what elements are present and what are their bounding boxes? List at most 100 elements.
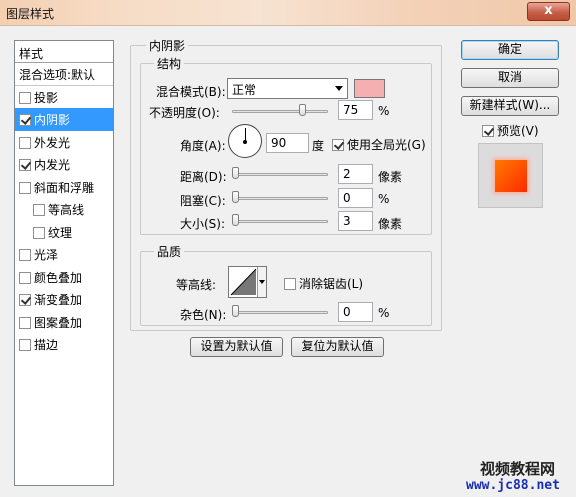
chevron-down-icon[interactable] [257, 267, 266, 297]
antialias-checkbox[interactable] [284, 278, 296, 290]
angle-unit: 度 [312, 139, 325, 153]
blend-mode-select[interactable]: 正常 [227, 78, 348, 99]
distance-slider-thumb[interactable] [232, 167, 239, 179]
antialias-label: 消除锯齿(L) [299, 277, 364, 291]
global-light-label: 使用全局光(G) [347, 138, 426, 152]
style-item-checkbox[interactable] [19, 159, 31, 171]
style-item-checkbox[interactable] [19, 249, 31, 261]
new-style-button[interactable]: 新建样式(W)... [461, 96, 559, 116]
style-item[interactable]: 描边 [15, 333, 113, 356]
distance-slider[interactable] [232, 173, 328, 176]
contour-curve-icon [230, 268, 257, 296]
style-item[interactable]: 光泽 [15, 243, 113, 266]
size-slider-thumb[interactable] [232, 214, 239, 226]
style-item-checkbox[interactable] [33, 204, 45, 216]
choke-slider[interactable] [232, 197, 328, 200]
style-item[interactable]: 斜面和浮雕 [15, 176, 113, 199]
style-item-checkbox[interactable] [19, 294, 31, 306]
size-input[interactable]: 3 [338, 211, 373, 231]
style-item[interactable]: 投影 [15, 86, 113, 109]
style-item-label: 颜色叠加 [34, 270, 83, 285]
size-label: 大小(S): [180, 217, 226, 231]
style-item[interactable]: 纹理 [15, 221, 113, 244]
opacity-unit: % [378, 104, 390, 118]
style-item-label: 内阴影 [34, 113, 71, 127]
choke-slider-thumb[interactable] [232, 191, 239, 203]
style-list-header[interactable]: 样式 [15, 41, 113, 63]
quality-title: 品质 [154, 243, 185, 260]
preview-label: 预览(V) [497, 124, 539, 138]
size-unit: 像素 [378, 217, 403, 231]
title-bar: 图层样式 x [0, 0, 576, 26]
style-item-label: 斜面和浮雕 [34, 180, 95, 195]
angle-center [243, 140, 247, 144]
style-item-label: 纹理 [48, 225, 73, 240]
noise-slider-thumb[interactable] [232, 305, 239, 317]
noise-input[interactable]: 0 [338, 302, 373, 322]
cancel-button[interactable]: 取消 [461, 68, 559, 88]
set-default-button[interactable]: 设置为默认值 [190, 337, 283, 357]
choke-label: 阻塞(C): [180, 194, 226, 208]
opacity-label: 不透明度(O): [149, 106, 220, 120]
close-button[interactable]: x [527, 2, 570, 21]
style-item-label: 外发光 [34, 135, 71, 150]
style-item-checkbox[interactable] [19, 114, 31, 126]
global-light-checkbox[interactable] [332, 139, 344, 151]
watermark-title: 视频教程网 [480, 460, 556, 478]
distance-label: 距离(D): [180, 170, 227, 184]
style-item-label: 等高线 [48, 203, 85, 217]
style-item-label: 内发光 [34, 158, 71, 172]
style-item-checkbox[interactable] [19, 271, 31, 284]
style-item-checkbox[interactable] [19, 91, 31, 104]
style-preview [478, 143, 543, 208]
style-item[interactable]: 图案叠加 [15, 311, 113, 334]
blend-options-item[interactable]: 混合选项:默认 [15, 63, 113, 86]
window-title: 图层样式 [6, 7, 55, 21]
angle-input[interactable]: 90 [266, 133, 309, 153]
choke-unit: % [378, 192, 390, 206]
preview-option[interactable]: 预览(V) [482, 122, 539, 139]
ok-button[interactable]: 确定 [461, 40, 559, 60]
style-item-checkbox[interactable] [19, 181, 31, 194]
contour-label: 等高线: [176, 278, 217, 292]
style-item[interactable]: 颜色叠加 [15, 266, 113, 289]
choke-input[interactable]: 0 [338, 188, 373, 208]
noise-unit: % [378, 306, 390, 320]
blend-mode-value: 正常 [232, 83, 257, 97]
style-item-label: 渐变叠加 [34, 293, 83, 307]
style-item-label: 投影 [34, 90, 59, 105]
style-list: 样式 混合选项:默认 投影内阴影外发光内发光斜面和浮雕等高线纹理光泽颜色叠加渐变… [14, 40, 114, 486]
angle-label: 角度(A): [180, 139, 226, 153]
noise-slider[interactable] [232, 311, 328, 314]
chevron-down-icon [335, 86, 343, 91]
style-item-checkbox[interactable] [19, 339, 31, 351]
distance-input[interactable]: 2 [338, 164, 373, 184]
distance-unit: 像素 [378, 170, 403, 184]
style-item-checkbox[interactable] [33, 226, 45, 239]
shadow-color-swatch[interactable] [354, 79, 385, 98]
structure-title: 结构 [154, 55, 185, 72]
style-item-label: 描边 [34, 338, 59, 352]
global-light-option[interactable]: 使用全局光(G) [332, 136, 426, 153]
style-item[interactable]: 内阴影 [15, 108, 113, 131]
size-slider[interactable] [232, 220, 328, 223]
antialias-option[interactable]: 消除锯齿(L) [284, 275, 363, 292]
opacity-slider-thumb[interactable] [298, 104, 306, 116]
angle-dial[interactable] [228, 124, 262, 158]
style-item-checkbox[interactable] [19, 136, 31, 149]
reset-default-button[interactable]: 复位为默认值 [291, 337, 384, 357]
inner-shadow-title: 内阴影 [146, 37, 189, 54]
style-item[interactable]: 渐变叠加 [15, 288, 113, 311]
style-item-label: 图案叠加 [34, 315, 83, 330]
style-item-label: 光泽 [34, 248, 59, 262]
opacity-slider[interactable] [232, 110, 328, 113]
style-item[interactable]: 外发光 [15, 131, 113, 154]
opacity-input[interactable]: 75 [338, 100, 373, 120]
style-item-checkbox[interactable] [19, 316, 31, 329]
watermark-url: www.jc88.net [466, 478, 560, 493]
style-item[interactable]: 等高线 [15, 198, 113, 221]
preview-checkbox[interactable] [482, 125, 494, 137]
close-icon: x [544, 3, 553, 18]
contour-picker[interactable] [228, 266, 267, 298]
style-item[interactable]: 内发光 [15, 153, 113, 176]
